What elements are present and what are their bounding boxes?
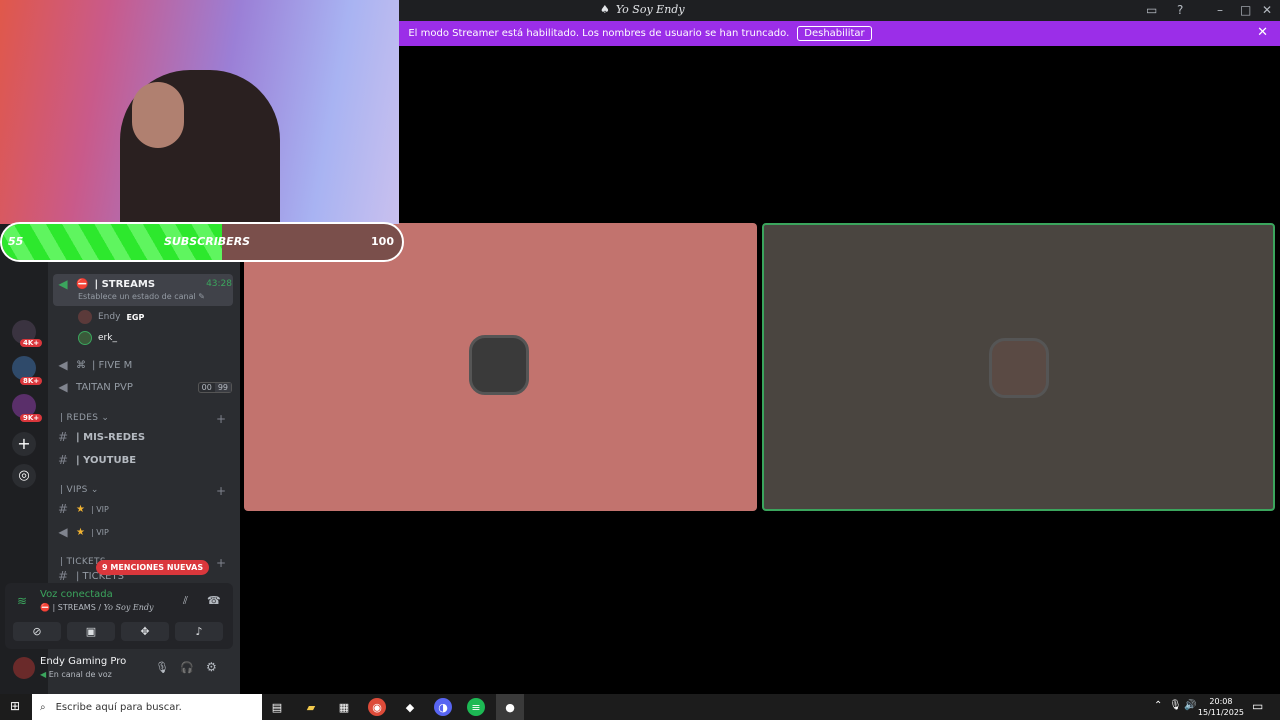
avatar: [989, 338, 1049, 398]
maximize-button[interactable]: □: [1240, 3, 1251, 17]
voice-member[interactable]: erk_: [78, 331, 117, 345]
voice-status[interactable]: Voz conectada: [40, 589, 113, 600]
volume-icon[interactable]: 🔊: [1184, 700, 1196, 711]
add-server-icon[interactable]: +: [12, 432, 36, 456]
user-panel: Endy Gaming Pro ◀ En canal de voz 🎙 🎧 ⚙: [5, 652, 233, 688]
settings-gear-icon[interactable]: ⚙: [206, 660, 217, 674]
channel-youtube[interactable]: # | YOUTUBE: [56, 449, 232, 471]
hash-icon: #: [57, 430, 69, 444]
avatar: [469, 335, 529, 395]
start-icon[interactable]: ⊞: [10, 699, 20, 713]
member-tag: EGP: [126, 312, 145, 322]
speaker-icon: ◀: [58, 380, 68, 394]
store-icon[interactable]: ▦: [335, 698, 353, 716]
discord-window: ♠ Yo Soy Endy ▭ ? – □ ✕ El modo Streamer …: [0, 0, 1280, 720]
file-explorer-icon[interactable]: ▰: [302, 698, 320, 716]
hash-icon: #: [57, 570, 69, 582]
discord-icon[interactable]: ◑: [434, 698, 452, 716]
noise-suppression-icon[interactable]: ⫽: [183, 594, 188, 608]
server-badge: 9K+: [20, 414, 43, 422]
help-icon[interactable]: ?: [1177, 3, 1183, 17]
speaker-icon: ◀: [58, 277, 68, 291]
channel-five-m[interactable]: ◀ ⌘ | FIVE M: [56, 354, 232, 376]
server-badge: 4K+: [20, 339, 43, 347]
streamer-face: [132, 82, 184, 148]
taskbar-clock[interactable]: 20:08 15/11/2025: [1198, 696, 1244, 718]
spotify-icon[interactable]: ≡: [467, 698, 485, 716]
windows-taskbar: ⊞ ⌕ Escribe aquí para buscar. ▤ ▰ ▦ ◉ ◆ ◑…: [0, 694, 1280, 720]
server-badge: 8K+: [20, 377, 43, 385]
soundboard-button[interactable]: ♪: [175, 622, 223, 641]
subscriber-goal-bar: 55 SUBSCRIBERS 100: [0, 222, 404, 262]
microphone-icon[interactable]: 🎙: [155, 661, 169, 674]
new-mentions-pill[interactable]: 9 MENCIONES NUEVAS: [96, 560, 210, 575]
task-view-icon[interactable]: ▤: [268, 698, 286, 716]
channel-vip-voice[interactable]: ◀ ★ | VIP: [56, 521, 232, 543]
close-banner-icon[interactable]: ✕: [1257, 25, 1268, 40]
explore-icon[interactable]: ◎: [12, 464, 36, 488]
obs-icon[interactable]: ●: [496, 694, 524, 720]
hash-icon: #: [57, 502, 69, 516]
server-icon: ♠: [600, 3, 610, 16]
participant-tile-speaking[interactable]: [762, 223, 1275, 511]
user-status: ◀ En canal de voz: [40, 670, 112, 679]
webcam-overlay: [0, 0, 399, 224]
subs-label: SUBSCRIBERS: [164, 235, 251, 248]
headphones-icon[interactable]: 🎧: [180, 661, 194, 674]
microphone-tray-icon[interactable]: 🎙: [1169, 700, 1182, 711]
channel-mis-redes[interactable]: # | MIS-REDES: [56, 426, 232, 448]
window-title: ♠ Yo Soy Endy: [600, 3, 685, 16]
disconnect-icon[interactable]: ☎: [207, 594, 221, 607]
gamepad-icon: ⌘: [76, 359, 86, 371]
taskbar-search[interactable]: ⌕ Escribe aquí para buscar.: [32, 694, 262, 720]
voice-member[interactable]: Endy EGP: [78, 310, 144, 324]
speaker-icon: ◀: [58, 358, 68, 372]
inbox-icon[interactable]: ▭: [1146, 3, 1157, 17]
category-redes[interactable]: | REDES ⌄: [60, 413, 109, 423]
notifications-icon[interactable]: ▭: [1252, 699, 1263, 713]
channel-taitan-pvp[interactable]: ◀ TAITAN PVP 00 99: [56, 376, 232, 398]
add-channel-icon[interactable]: +: [216, 484, 226, 498]
avatar: [78, 331, 92, 345]
voice-timer: 43:28: [206, 279, 232, 289]
disable-streamer-button[interactable]: Deshabilitar: [797, 26, 872, 41]
search-icon: ⌕: [40, 701, 46, 713]
add-channel-icon[interactable]: +: [216, 556, 226, 570]
channel-status[interactable]: Establece un estado de canal ✎: [78, 292, 205, 301]
username[interactable]: Endy Gaming Pro: [40, 656, 126, 667]
signal-icon[interactable]: ≋: [17, 594, 27, 608]
hash-icon: #: [57, 453, 69, 467]
subs-current: 55: [8, 235, 24, 248]
star-icon: ★: [76, 503, 85, 515]
chevron-up-icon[interactable]: ⌃: [1154, 700, 1162, 711]
close-window-button[interactable]: ✕: [1262, 3, 1272, 17]
minimize-button[interactable]: –: [1217, 3, 1223, 17]
participant-tile[interactable]: [244, 223, 757, 511]
camera-button[interactable]: ⊘: [13, 622, 61, 641]
voice-panel: ≋ Voz conectada ⛔ | STREAMS / Yo Soy End…: [5, 583, 233, 649]
star-icon: ★: [76, 526, 85, 538]
user-limit-badge: 00 99: [197, 381, 232, 393]
add-channel-icon[interactable]: +: [216, 412, 226, 426]
avatar[interactable]: [13, 657, 35, 679]
banner-text: El modo Streamer está habilitado. Los no…: [408, 28, 790, 39]
channel-vip-text[interactable]: # ★ | VIP: [56, 498, 232, 520]
no-entry-icon: ⛔: [76, 278, 89, 290]
category-vips[interactable]: | VIPS ⌄: [60, 485, 99, 495]
roblox-icon[interactable]: ◆: [401, 698, 419, 716]
activities-button[interactable]: ✥: [121, 622, 169, 641]
screen-share-button[interactable]: ▣: [67, 622, 115, 641]
speaker-icon: ◀: [58, 525, 68, 539]
subs-goal: 100: [371, 235, 394, 248]
avatar: [78, 310, 92, 324]
voice-channel[interactable]: ⛔ | STREAMS / Yo Soy Endy: [40, 603, 154, 612]
chrome-icon[interactable]: ◉: [368, 698, 386, 716]
